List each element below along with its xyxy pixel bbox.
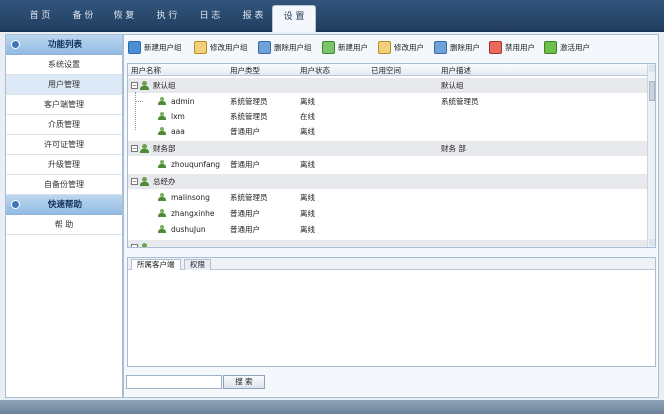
tab-owned-clients[interactable]: 所属客户端 — [131, 259, 181, 270]
tab-home[interactable]: 首 页 — [18, 5, 62, 27]
user-row[interactable]: zhangxinhe 普通用户 离线 — [128, 206, 648, 221]
user-icon — [158, 160, 166, 169]
user-row[interactable]: dushuJun 普通用户 离线 — [128, 222, 648, 237]
sidebar-item-upgrade-management[interactable]: 升级管理 — [6, 155, 122, 175]
tab-execute[interactable]: 执 行 — [145, 5, 189, 27]
sidebar-item-license-management[interactable]: 许可证管理 — [6, 135, 122, 155]
column-user-name[interactable]: 用户名称 — [131, 65, 161, 76]
tab-log[interactable]: 日 志 — [188, 5, 232, 27]
sidebar-item-system-settings[interactable]: 系统设置 — [6, 55, 122, 75]
table-header: 用户名称 用户类型 用户状态 已用空间 用户描述 — [128, 64, 648, 76]
user-icon — [158, 193, 166, 202]
search-button[interactable]: 搜 索 — [223, 375, 265, 389]
sidebar: 功能列表 系统设置 用户管理 客户端管理 介质管理 许可证管理 升级管理 自备份… — [5, 34, 123, 398]
tab-backup[interactable]: 备 份 — [61, 5, 105, 27]
user-icon — [158, 127, 166, 136]
sidebar-item-self-backup-management[interactable]: 自备份管理 — [6, 175, 122, 195]
tab-restore[interactable]: 恢 复 — [102, 5, 146, 27]
user-icon — [158, 112, 166, 121]
toolbar: 新建用户组 修改用户组 删除用户组 新建用户 修改用户 删除用户 禁用用户 激活… — [124, 35, 658, 61]
vertical-scrollbar[interactable] — [647, 64, 655, 247]
disable-user-button[interactable]: 禁用用户 — [489, 41, 535, 55]
collapse-toggle-icon[interactable]: − — [131, 145, 138, 152]
user-row[interactable]: zhouqunfang 普通用户 离线 — [128, 157, 648, 172]
scroll-up-icon[interactable] — [649, 65, 655, 72]
user-tree-table: 用户名称 用户类型 用户状态 已用空间 用户描述 − 默认组 默认组 admin… — [127, 63, 656, 248]
tab-permissions[interactable]: 权限 — [184, 259, 211, 270]
new-group-icon — [128, 41, 141, 54]
group-row-partial[interactable]: − — [128, 240, 648, 247]
user-icon — [158, 209, 166, 218]
column-user-status[interactable]: 用户状态 — [300, 65, 330, 76]
user-row[interactable]: admin 系统管理员 离线 系统管理员 — [128, 94, 648, 109]
column-used-space[interactable]: 已用空间 — [371, 65, 401, 76]
group-row[interactable]: − 默认组 默认组 — [128, 78, 648, 93]
sidebar-item-client-management[interactable]: 客户端管理 — [6, 95, 122, 115]
sidebar-section-quick-help: 快速帮助 — [6, 195, 122, 215]
edit-user-icon — [378, 41, 391, 54]
collapse-toggle-icon[interactable]: − — [131, 82, 138, 89]
group-row[interactable]: − 财务部 财务 部 — [128, 141, 648, 156]
user-row[interactable]: lxm 系统管理员 在线 — [128, 109, 648, 124]
detail-tabs: 所属客户端 权限 — [128, 258, 655, 270]
user-group-icon — [140, 81, 150, 90]
scroll-thumb[interactable] — [649, 81, 655, 101]
user-group-icon — [140, 144, 150, 153]
user-group-icon — [140, 177, 150, 186]
user-row[interactable]: aaa 普通用户 离线 — [128, 124, 648, 139]
collapse-toggle-icon[interactable]: − — [131, 178, 138, 185]
detail-panel: 所属客户端 权限 — [127, 257, 656, 367]
delete-user-icon — [434, 41, 447, 54]
collapse-toggle-icon[interactable]: − — [131, 244, 138, 247]
edit-group-icon — [194, 41, 207, 54]
user-row[interactable]: malinsong 系统管理员 离线 — [128, 190, 648, 205]
delete-user-button[interactable]: 删除用户 — [434, 41, 480, 55]
sidebar-item-user-management[interactable]: 用户管理 — [6, 75, 122, 95]
tab-report[interactable]: 报 表 — [231, 5, 275, 27]
scroll-down-icon[interactable] — [649, 239, 655, 246]
activate-user-icon — [544, 41, 557, 54]
edit-user-group-button[interactable]: 修改用户组 — [194, 41, 248, 55]
edit-user-button[interactable]: 修改用户 — [378, 41, 424, 55]
column-user-type[interactable]: 用户类型 — [230, 65, 260, 76]
status-bar — [0, 400, 664, 414]
delete-user-group-button[interactable]: 删除用户组 — [258, 41, 312, 55]
sidebar-item-help[interactable]: 帮 助 — [6, 215, 122, 235]
user-icon — [158, 225, 166, 234]
activate-user-button[interactable]: 激活用户 — [544, 41, 590, 55]
top-navigation: 首 页 备 份 恢 复 执 行 日 志 报 表 设 置 — [0, 0, 664, 32]
sidebar-item-media-management[interactable]: 介质管理 — [6, 115, 122, 135]
user-group-icon — [140, 243, 150, 247]
disable-user-icon — [489, 41, 502, 54]
search-input[interactable] — [126, 375, 222, 389]
new-user-icon — [322, 41, 335, 54]
delete-group-icon — [258, 41, 271, 54]
new-user-button[interactable]: 新建用户 — [322, 41, 368, 55]
group-row[interactable]: − 总经办 — [128, 174, 648, 189]
main-panel: 新建用户组 修改用户组 删除用户组 新建用户 修改用户 删除用户 禁用用户 激活… — [123, 34, 659, 398]
tab-settings[interactable]: 设 置 — [272, 5, 316, 32]
column-user-description[interactable]: 用户描述 — [441, 65, 471, 76]
new-user-group-button[interactable]: 新建用户组 — [128, 41, 182, 55]
sidebar-section-function-list: 功能列表 — [6, 35, 122, 55]
user-icon — [158, 97, 166, 106]
